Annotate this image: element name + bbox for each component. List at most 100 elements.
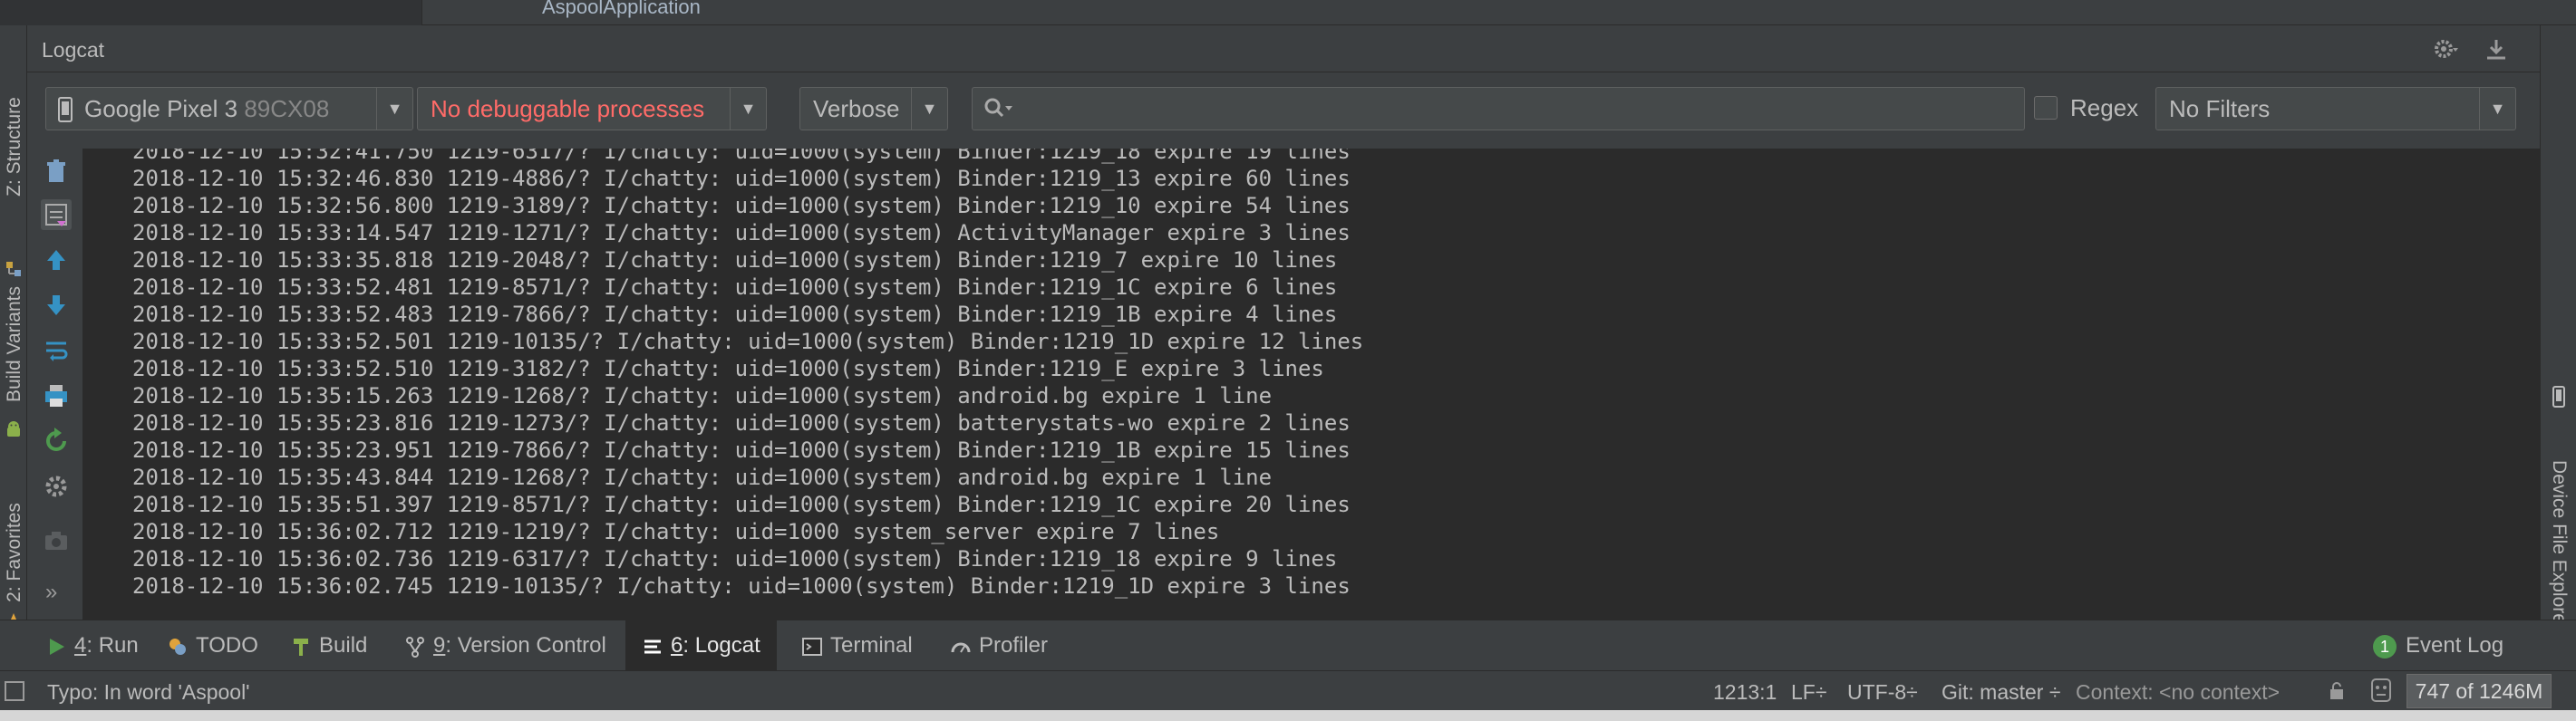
tab-todo[interactable]: TODO (167, 620, 258, 671)
tab-terminal[interactable]: Terminal (801, 620, 913, 671)
caret-position[interactable]: 1213:1 (1713, 680, 1777, 705)
tab-logcat[interactable]: 6: Logcat (625, 620, 777, 671)
soft-wrap-icon[interactable] (41, 335, 72, 366)
status-bar: Typo: In word 'Aspool' 1213:1 LF÷ UTF-8÷… (0, 670, 2576, 710)
device-name: Google Pixel 3 (84, 95, 238, 122)
logcat-filter-bar: Google Pixel 3 89CX08 ▼ No debuggable pr… (27, 72, 2540, 149)
tab-version-control[interactable]: 9: Version Control (404, 620, 606, 671)
editor-tab-title[interactable]: AspoolApplication (542, 0, 701, 25)
memory-indicator[interactable]: 747 of 1246M (2407, 674, 2552, 708)
search-icon (984, 98, 1012, 118)
panel-title: Logcat (42, 38, 105, 62)
log-line: 2018-12-10 15:35:23.816 1219-1273/? I/ch… (132, 410, 1351, 436)
tab-build[interactable]: Build (290, 620, 367, 671)
log-line: 2018-12-10 15:33:52.501 1219-10135/? I/c… (132, 329, 1364, 354)
event-log-count-badge: 1 (2373, 634, 2397, 659)
tab-logcat-mnemonic: 6 (671, 633, 683, 658)
device-selector[interactable]: Google Pixel 3 89CX08 ▼ (45, 87, 413, 130)
regex-label: Regex (2070, 94, 2139, 121)
arrow-down-icon[interactable] (41, 290, 72, 321)
tab-logcat-label: : Logcat (683, 633, 760, 658)
device-icon (2552, 386, 2565, 408)
log-line: 2018-12-10 15:32:46.830 1219-4886/? I/ch… (132, 166, 1351, 191)
tab-run[interactable]: 4: Run (45, 620, 139, 671)
logcat-output[interactable]: 2018-12-10 15:32:41.750 1219-6317/? I/ch… (83, 149, 2540, 620)
profiler-gauge-icon (951, 642, 971, 653)
chevron-down-icon: ▼ (376, 88, 412, 130)
log-line: 2018-12-10 15:33:52.481 1219-8571/? I/ch… (132, 274, 1338, 300)
device-file-explorer-tab[interactable]: Device File Explorer (2548, 460, 2570, 630)
log-line: 2018-12-10 15:35:15.263 1219-1268/? I/ch… (132, 383, 1273, 409)
log-line: 2018-12-10 15:35:43.844 1219-1268/? I/ch… (132, 465, 1273, 490)
play-icon (50, 638, 64, 655)
terminal-icon (802, 637, 822, 656)
tab-profiler[interactable]: Profiler (950, 620, 1048, 671)
log-line: 2018-12-10 15:33:52.483 1219-7866/? I/ch… (132, 302, 1338, 327)
filter-selector[interactable]: No Filters ▼ (2155, 87, 2516, 130)
clear-logcat-trash-icon[interactable] (41, 156, 72, 187)
tab-run-mnemonic: 4 (74, 633, 87, 658)
branch-icon (406, 636, 424, 658)
right-tool-strip: Device File Explorer (2540, 25, 2576, 670)
log-level-value: Verbose (813, 95, 900, 122)
log-line: 2018-12-10 15:33:14.547 1219-1271/? I/ch… (132, 220, 1351, 245)
project-panel-edge (0, 0, 422, 25)
logcat-side-toolbar: » (27, 149, 83, 620)
git-branch[interactable]: Git: master ÷ (1942, 680, 2060, 705)
logcat-lines-icon (644, 639, 661, 654)
device-selector-value: Google Pixel 3 89CX08 (84, 88, 374, 130)
status-toggle-icon[interactable] (4, 680, 25, 702)
editor-tab-strip: AspoolApplication (0, 0, 2576, 25)
chevron-down-icon: ▼ (911, 88, 947, 130)
hide-panel-icon[interactable] (2484, 36, 2509, 62)
tab-event-log[interactable]: 1 Event Log (2373, 620, 2503, 671)
tab-run-label: : Run (86, 633, 139, 658)
status-message[interactable]: Typo: In word 'Aspool' (47, 680, 250, 705)
android-icon (7, 421, 20, 437)
structure-tab-label: Z: Structure (4, 97, 24, 197)
scroll-to-end-icon[interactable] (41, 199, 72, 230)
os-taskbar-edge (0, 710, 2576, 721)
log-line: 2018-12-10 15:35:23.951 1219-7866/? I/ch… (132, 437, 1351, 463)
device-serial: 89CX08 (244, 95, 330, 122)
favorites-tab-label: 2: Favorites (4, 503, 24, 602)
log-line: 2018-12-10 15:32:56.800 1219-3189/? I/ch… (132, 193, 1351, 218)
process-selector[interactable]: No debuggable processes ▼ (417, 87, 767, 130)
build-variants-tab-label: Build Variants (4, 285, 24, 403)
favorites-tab[interactable]: 2: Favorites (0, 460, 27, 641)
log-line: 2018-12-10 15:35:51.397 1219-8571/? I/ch… (132, 492, 1351, 517)
logcat-header: Logcat (27, 25, 2540, 72)
tab-todo-label: TODO (196, 633, 258, 658)
arrow-up-icon[interactable] (41, 245, 72, 275)
restart-icon[interactable] (41, 426, 72, 457)
context-indicator: Context: <no context> (2076, 680, 2281, 704)
process-selector-value: No debuggable processes (431, 95, 705, 122)
lock-icon[interactable] (2326, 680, 2348, 702)
log-level-selector[interactable]: Verbose ▼ (799, 87, 948, 130)
settings-gear-icon[interactable] (2433, 36, 2458, 62)
gear-icon[interactable] (41, 471, 72, 502)
tab-build-label: Build (319, 633, 368, 658)
screen-capture-camera-icon[interactable] (41, 525, 72, 556)
tool-window-tabs: 4: Run TODO Build 9: Version Control 6: … (0, 620, 2576, 671)
inspector-face-icon[interactable] (2368, 677, 2395, 706)
more-tools-chevron-icon[interactable]: » (45, 580, 57, 605)
log-line: 2018-12-10 15:36:02.736 1219-6317/? I/ch… (132, 546, 1338, 572)
phone-icon (58, 97, 73, 122)
regex-checkbox[interactable] (2034, 96, 2058, 120)
filter-selector-value: No Filters (2169, 95, 2271, 122)
build-hammer-icon (294, 638, 308, 656)
logcat-panel: Logcat Google Pixel 3 89CX08 ▼ No debugg… (27, 25, 2540, 620)
structure-tab[interactable]: Z: Structure (0, 80, 27, 276)
chevron-down-icon: ▼ (730, 88, 766, 130)
tab-event-log-label: Event Log (2406, 633, 2504, 658)
line-separator[interactable]: LF÷ (1791, 680, 1826, 705)
log-line: 2018-12-10 15:32:41.750 1219-6317/? I/ch… (132, 149, 1351, 164)
print-icon[interactable] (41, 380, 72, 411)
log-line: 2018-12-10 15:33:35.818 1219-2048/? I/ch… (132, 247, 1338, 273)
todo-icon (169, 638, 186, 655)
logcat-search-input[interactable] (972, 87, 2025, 130)
build-variants-tab[interactable]: Build Variants (0, 252, 27, 437)
tab-profiler-label: Profiler (979, 633, 1049, 658)
file-encoding[interactable]: UTF-8÷ (1847, 680, 1918, 705)
